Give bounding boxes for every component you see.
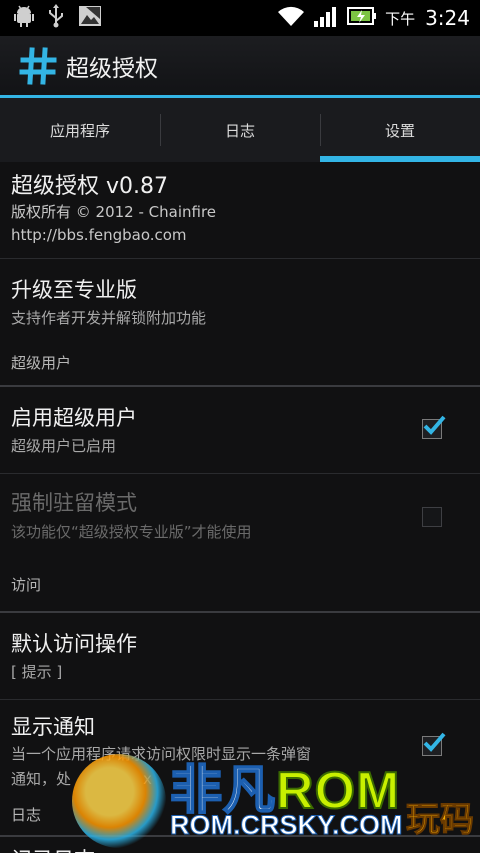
tab-log[interactable]: 日志 [160,98,320,162]
force-resident-title: 强制驻留模式 [11,491,137,515]
log-item-title: 记录日志 [11,845,480,853]
upgrade-title: 升级至专业版 [11,278,137,302]
tab-settings[interactable]: 设置 [320,98,480,162]
section-header-log: 日志 [0,797,480,837]
app-title: 超级授权 [66,55,158,82]
signal-icon [313,5,339,31]
hash-icon[interactable] [18,46,58,86]
section-header-superuser: 超级用户 [0,339,480,387]
show-notification-subtitle-1: 当一个应用程序请求访问权限时显示一条弹窗 [11,745,312,763]
wifi-icon [277,5,305,31]
screen: 下午 3:24 超级授权 应用程序 日志 设置 超级授权 v0.87 版权所有 … [0,0,480,853]
image-icon [78,5,102,31]
force-resident-item[interactable]: 强制驻留模式 该功能仅“超级授权专业版”才能使用 [0,474,480,560]
tab-apps[interactable]: 应用程序 [0,98,160,162]
enable-superuser-title: 启用超级用户 [11,406,137,430]
log-item[interactable]: 记录日志 [0,837,480,853]
about-url: http://bbs.fengbao.com [11,226,187,244]
show-notification-subtitle-start: 通知，处 [11,770,72,788]
clock-time: 3:24 [425,6,470,30]
status-bar: 下午 3:24 [0,0,480,36]
usb-icon [48,4,64,32]
system-icons: 下午 3:24 [277,5,480,31]
upgrade-item[interactable]: 升级至专业版 支持作者开发并解锁附加功能 [0,259,480,339]
action-bar: 超级授权 [0,36,480,95]
section-header-access: 访问 [0,560,480,613]
upgrade-subtitle: 支持作者开发并解锁附加功能 [11,309,207,327]
force-resident-checkbox[interactable] [422,507,442,527]
enable-superuser-subtitle: 超级用户已启用 [11,437,117,455]
android-debug-icon [14,5,34,31]
settings-list: 超级授权 v0.87 版权所有 © 2012 - Chainfire http:… [0,162,480,853]
default-access-subtitle: [ 提示 ] [11,663,63,681]
default-access-title: 默认访问操作 [11,632,137,656]
enable-superuser-item[interactable]: 启用超级用户 超级用户已启用 [0,387,480,474]
about-title: 超级授权 v0.87 [11,174,168,199]
about-item[interactable]: 超级授权 v0.87 版权所有 © 2012 - Chainfire http:… [0,162,480,259]
show-notification-subtitle-trail: x [143,770,152,788]
notification-icons [0,4,102,32]
force-resident-subtitle: 该功能仅“超级授权专业版”才能使用 [11,523,252,541]
tab-bar: 应用程序 日志 设置 [0,98,480,162]
default-access-item[interactable]: 默认访问操作 [ 提示 ] [0,613,480,700]
battery-charging-icon [347,6,377,30]
about-copyright: 版权所有 © 2012 - Chainfire [11,203,217,221]
show-notification-checkbox[interactable] [422,732,446,756]
show-notification-title: 显示通知 [11,715,95,739]
show-notification-item[interactable]: 显示通知 当一个应用程序请求访问权限时显示一条弹窗 通知，处 x [0,700,480,797]
clock-ampm: 下午 [385,9,416,28]
show-notification-subtitle-2: 通知，处 x [11,767,480,792]
enable-superuser-checkbox[interactable] [422,415,446,439]
